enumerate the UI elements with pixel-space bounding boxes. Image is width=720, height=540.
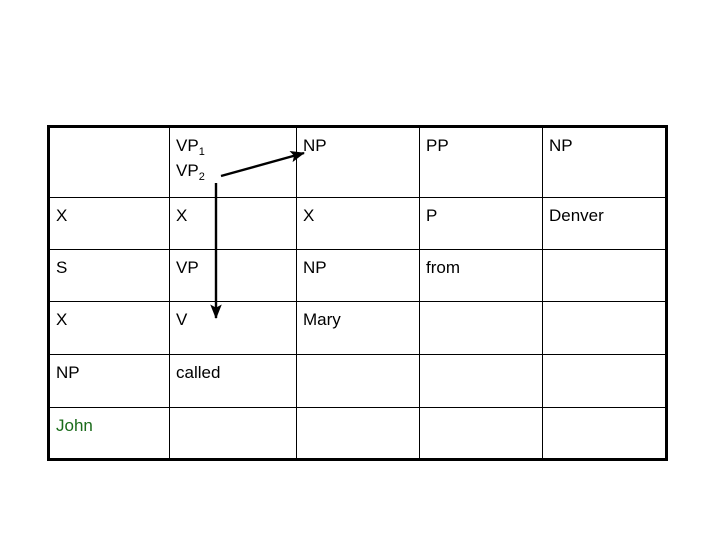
cell-r2c2[interactable]: NP: [296, 249, 420, 302]
cell-r2c4[interactable]: [542, 249, 667, 302]
cell-r3c3[interactable]: [419, 301, 543, 355]
cell-r2c3[interactable]: from: [419, 249, 543, 302]
cell-label: NP: [303, 258, 327, 277]
cell-r1c1[interactable]: X: [169, 197, 297, 250]
cell-r3c0[interactable]: X: [48, 301, 170, 355]
cell-r0c3[interactable]: PP: [419, 126, 543, 198]
cell-r4c4[interactable]: [542, 354, 667, 408]
cell-r5c1[interactable]: [169, 407, 297, 460]
table-row: X V Mary: [48, 301, 667, 355]
table-row: X X X P Denver: [48, 197, 667, 250]
cell-r1c3[interactable]: P: [419, 197, 543, 250]
cell-label: VP: [176, 258, 199, 277]
cell-label: NP: [549, 136, 573, 155]
cell-r1c0[interactable]: X: [48, 197, 170, 250]
cell-label: P: [426, 206, 438, 225]
cell-label-john: John: [56, 416, 93, 435]
cell-r4c3[interactable]: [419, 354, 543, 408]
subscript-1: 1: [198, 146, 205, 158]
cell-label: S: [56, 258, 68, 277]
cell-r2c1[interactable]: VP: [169, 249, 297, 302]
slide-canvas: VP1 VP2 NP PP NP X X X P Denver S VP NP …: [0, 0, 720, 540]
cell-label-vp1: VP1: [176, 136, 205, 158]
cell-label: X: [56, 310, 68, 329]
cell-r0c4[interactable]: NP: [542, 126, 667, 198]
table-row: VP1 VP2 NP PP NP: [48, 126, 667, 198]
cell-label: from: [426, 258, 460, 277]
parse-table-container: VP1 VP2 NP PP NP X X X P Denver S VP NP …: [47, 125, 668, 461]
table-row: NP called: [48, 354, 667, 408]
subscript-2: 2: [198, 171, 205, 183]
cell-label-vp2: VP2: [176, 161, 205, 183]
cell-label: Denver: [549, 206, 604, 225]
table-row: S VP NP from: [48, 249, 667, 302]
cell-r5c3[interactable]: [419, 407, 543, 460]
cell-label: V: [176, 310, 188, 329]
cell-label: NP: [56, 363, 80, 382]
cell-label: X: [176, 206, 188, 225]
cell-r0c2[interactable]: NP: [296, 126, 420, 198]
cell-label: PP: [426, 136, 449, 155]
cell-r0c0[interactable]: [48, 126, 170, 198]
cell-r4c1[interactable]: called: [169, 354, 297, 408]
cell-r1c2[interactable]: X: [296, 197, 420, 250]
cell-r1c4[interactable]: Denver: [542, 197, 667, 250]
cell-label: X: [56, 206, 68, 225]
cell-r3c4[interactable]: [542, 301, 667, 355]
table-row: John: [48, 407, 667, 460]
cell-r5c2[interactable]: [296, 407, 420, 460]
cell-r5c4[interactable]: [542, 407, 667, 460]
cell-r0c1[interactable]: VP1 VP2: [169, 126, 297, 198]
cell-r2c0[interactable]: S: [48, 249, 170, 302]
cell-r4c0[interactable]: NP: [48, 354, 170, 408]
cell-r3c1[interactable]: V: [169, 301, 297, 355]
cell-r4c2[interactable]: [296, 354, 420, 408]
cell-label: X: [303, 206, 315, 225]
cky-parse-table: VP1 VP2 NP PP NP X X X P Denver S VP NP …: [47, 125, 668, 461]
cell-r5c0[interactable]: John: [48, 407, 170, 460]
cell-label: called: [176, 363, 221, 382]
cell-r3c2[interactable]: Mary: [296, 301, 420, 355]
cell-label: NP: [303, 136, 327, 155]
cell-label: Mary: [303, 310, 341, 329]
